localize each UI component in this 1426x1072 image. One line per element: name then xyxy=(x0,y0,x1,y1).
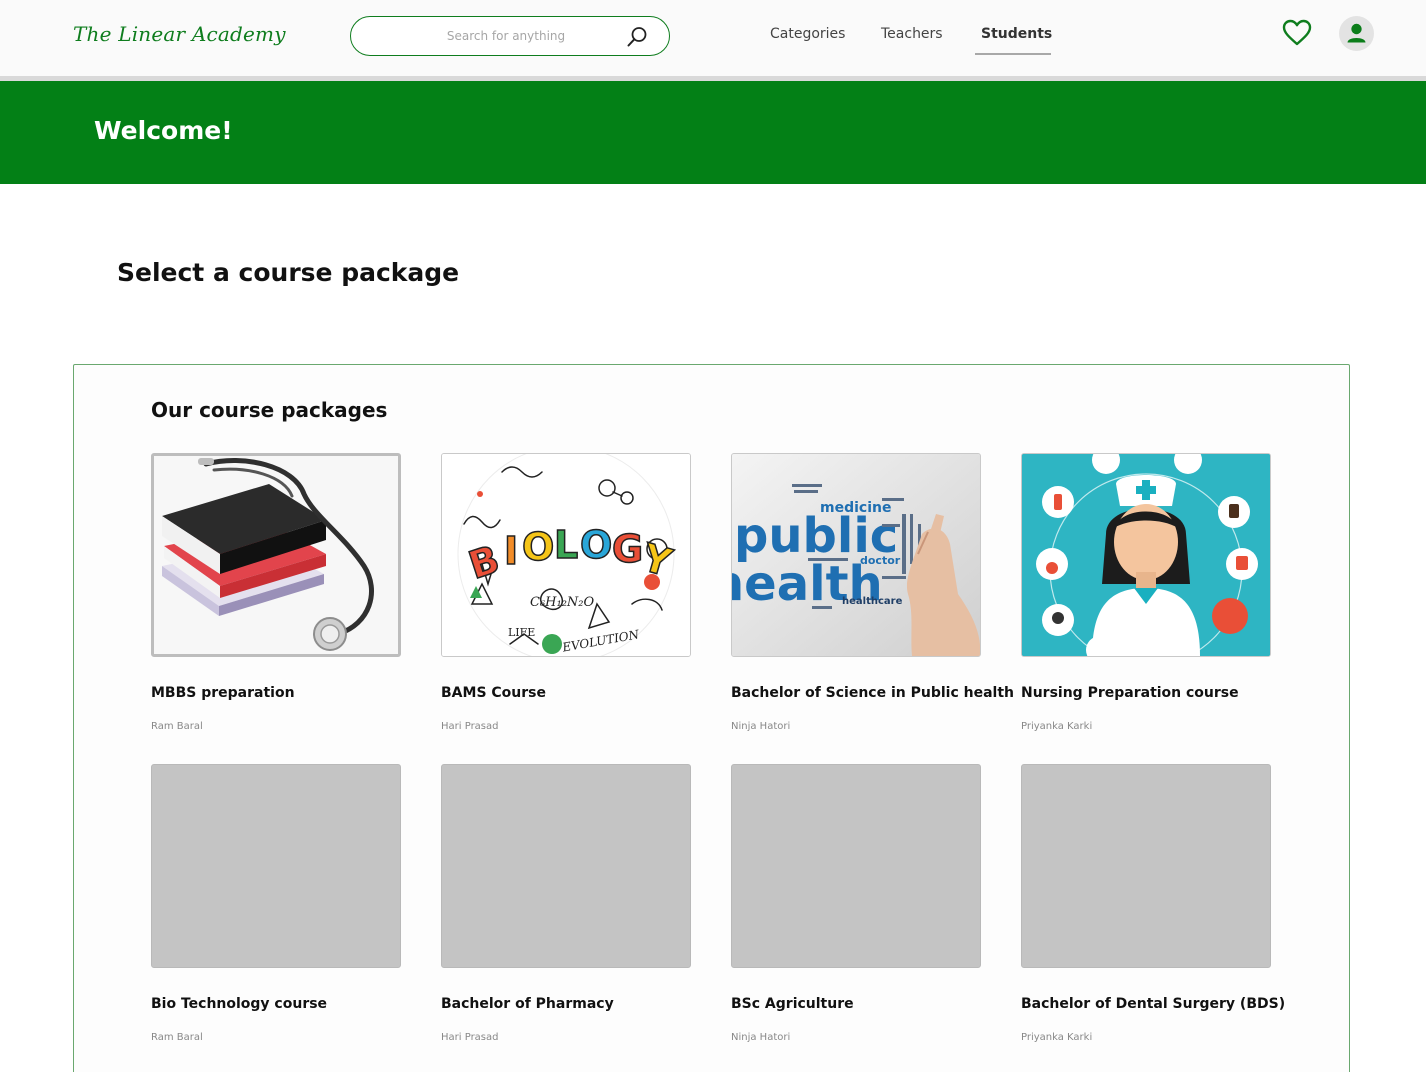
user-avatar[interactable] xyxy=(1339,16,1374,51)
nav-students[interactable]: Students xyxy=(981,26,1052,42)
course-title[interactable]: Bachelor of Dental Surgery (BDS) xyxy=(1021,996,1285,1012)
course-image-nursing[interactable] xyxy=(1021,453,1271,657)
course-image-placeholder[interactable] xyxy=(151,764,401,968)
course-image-placeholder[interactable] xyxy=(731,764,981,968)
course-author: Ninja Hatori xyxy=(731,1032,791,1043)
course-title[interactable]: Bio Technology course xyxy=(151,996,327,1012)
course-author: Ram Baral xyxy=(151,721,203,732)
course-title[interactable]: Bachelor of Science in Public health xyxy=(731,685,1014,701)
active-nav-indicator xyxy=(975,53,1051,55)
svg-text:L: L xyxy=(554,523,578,567)
svg-text:I: I xyxy=(504,529,518,573)
course-author: Ram Baral xyxy=(151,1032,203,1043)
course-author: Hari Prasad xyxy=(441,721,499,732)
svg-text:medicine: medicine xyxy=(820,500,891,516)
banner-title: Welcome! xyxy=(94,116,233,145)
course-author: Priyanka Karki xyxy=(1021,1032,1093,1043)
packages-title: Our course packages xyxy=(151,398,388,422)
course-title[interactable]: Bachelor of Pharmacy xyxy=(441,996,614,1012)
nurse-illustration-image xyxy=(1022,454,1270,656)
course-author: Ninja Hatori xyxy=(731,721,791,732)
svg-text:healthcare: healthcare xyxy=(842,596,903,607)
course-title[interactable]: BSc Agriculture xyxy=(731,996,854,1012)
nav-categories[interactable]: Categories xyxy=(770,26,845,42)
svg-text:O: O xyxy=(580,523,612,567)
course-title[interactable]: BAMS Course xyxy=(441,685,546,701)
nav-teachers[interactable]: Teachers xyxy=(881,26,943,42)
svg-text:doctor: doctor xyxy=(860,554,901,567)
svg-text:O: O xyxy=(522,525,554,569)
course-author: Hari Prasad xyxy=(441,1032,499,1043)
page-title: Select a course package xyxy=(117,258,460,287)
search-icon[interactable] xyxy=(625,25,649,49)
course-image-public-health[interactable]: public health medicine doctor healthcare xyxy=(731,453,981,657)
svg-text:LIFE: LIFE xyxy=(508,626,535,639)
search-input[interactable] xyxy=(391,24,621,48)
site-logo[interactable]: The Linear Academy xyxy=(73,22,286,46)
course-image-mbbs[interactable] xyxy=(151,453,401,657)
search-bar[interactable] xyxy=(350,16,670,56)
svg-text:C₆H₁₂N₂O: C₆H₁₂N₂O xyxy=(530,595,595,610)
course-title[interactable]: MBBS preparation xyxy=(151,685,295,701)
course-image-placeholder[interactable] xyxy=(1021,764,1271,968)
course-image-placeholder[interactable] xyxy=(441,764,691,968)
biology-doodle-image: B I O L O G Y C₆H₁₂N₂O EVOLUTION LIFE xyxy=(442,454,690,656)
course-title[interactable]: Nursing Preparation course xyxy=(1021,685,1239,701)
stethoscope-books-image xyxy=(154,456,398,654)
public-health-word-cloud-image: public health medicine doctor healthcare xyxy=(732,454,980,656)
svg-text:G: G xyxy=(612,527,643,571)
user-icon xyxy=(1347,23,1366,43)
heart-icon[interactable] xyxy=(1281,17,1313,49)
course-image-bams[interactable]: B I O L O G Y C₆H₁₂N₂O EVOLUTION LIFE xyxy=(441,453,691,657)
course-author: Priyanka Karki xyxy=(1021,721,1093,732)
